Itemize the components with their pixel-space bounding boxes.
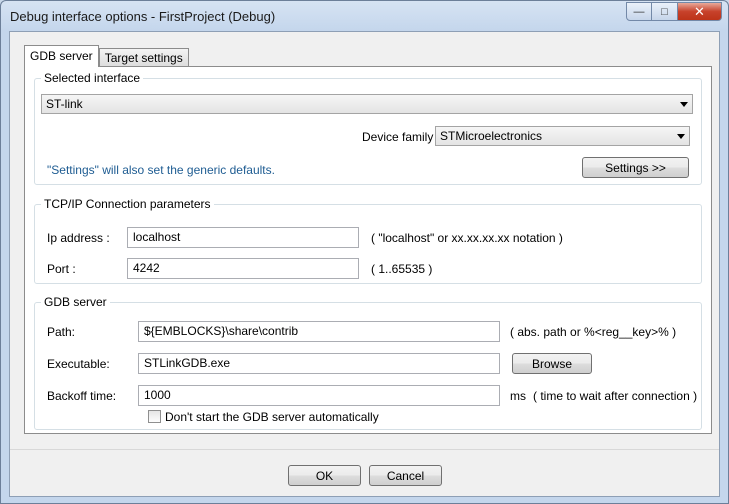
footer-divider	[10, 449, 719, 450]
backoff-unit: ms	[510, 389, 526, 403]
settings-note: "Settings" will also set the generic def…	[47, 163, 275, 177]
tab-panel-gdb-server: Selected interface ST-link Device family…	[24, 66, 712, 434]
autostart-label[interactable]: Don't start the GDB server automatically	[165, 410, 379, 424]
device-family-value: STMicroelectronics	[440, 129, 543, 143]
interface-select[interactable]: ST-link	[41, 94, 693, 114]
port-label: Port :	[47, 262, 76, 276]
interface-select-value: ST-link	[46, 97, 83, 111]
gdb-server-group: GDB server Path: ${EMBLOCKS}\share\contr…	[34, 295, 702, 430]
executable-label: Executable:	[47, 357, 110, 371]
executable-input[interactable]: STLinkGDB.exe	[138, 353, 500, 374]
tcpip-legend: TCP/IP Connection parameters	[41, 197, 214, 211]
path-hint: ( abs. path or %<reg__key>% )	[510, 325, 677, 339]
dialog-client: GDB server Target settings Selected inte…	[9, 31, 720, 497]
device-family-label: Device family	[362, 130, 434, 144]
ip-address-label: Ip address :	[47, 231, 110, 245]
tab-bar: GDB server Target settings	[24, 45, 189, 67]
title-bar[interactable]: Debug interface options - FirstProject (…	[1, 1, 728, 31]
dialog-window: Debug interface options - FirstProject (…	[0, 0, 729, 504]
settings-button[interactable]: Settings >>	[582, 157, 689, 178]
ip-address-hint: ( "localhost" or xx.xx.xx.xx notation )	[371, 231, 563, 245]
port-input[interactable]: 4242	[127, 258, 359, 279]
backoff-hint: ( time to wait after connection )	[533, 389, 698, 403]
tab-gdb-server[interactable]: GDB server	[24, 45, 99, 67]
window-controls: — □ ✕	[626, 2, 722, 21]
device-family-select[interactable]: STMicroelectronics	[435, 126, 690, 146]
chevron-down-icon	[680, 102, 688, 107]
port-hint: ( 1..65535 )	[371, 262, 433, 276]
close-button[interactable]: ✕	[678, 2, 722, 21]
browse-button[interactable]: Browse	[512, 353, 592, 374]
ip-address-input[interactable]: localhost	[127, 227, 359, 248]
minimize-button[interactable]: —	[626, 2, 652, 21]
autostart-checkbox[interactable]	[148, 410, 161, 423]
chevron-down-icon	[677, 134, 685, 139]
maximize-button[interactable]: □	[652, 2, 678, 21]
tcpip-group: TCP/IP Connection parameters Ip address …	[34, 197, 702, 284]
backoff-time-label: Backoff time:	[47, 389, 117, 403]
ok-button[interactable]: OK	[288, 465, 361, 486]
tab-target-settings[interactable]: Target settings	[98, 48, 189, 67]
gdb-server-legend: GDB server	[41, 295, 110, 309]
close-icon: ✕	[694, 3, 705, 19]
minimize-icon: —	[633, 5, 645, 18]
maximize-icon: □	[661, 5, 668, 18]
path-input[interactable]: ${EMBLOCKS}\share\contrib	[138, 321, 500, 342]
window-title: Debug interface options - FirstProject (…	[10, 9, 276, 24]
selected-interface-group: Selected interface ST-link Device family…	[34, 71, 702, 185]
path-label: Path:	[47, 325, 76, 339]
cancel-button[interactable]: Cancel	[369, 465, 442, 486]
backoff-time-input[interactable]: 1000	[138, 385, 500, 406]
selected-interface-legend: Selected interface	[41, 71, 144, 85]
